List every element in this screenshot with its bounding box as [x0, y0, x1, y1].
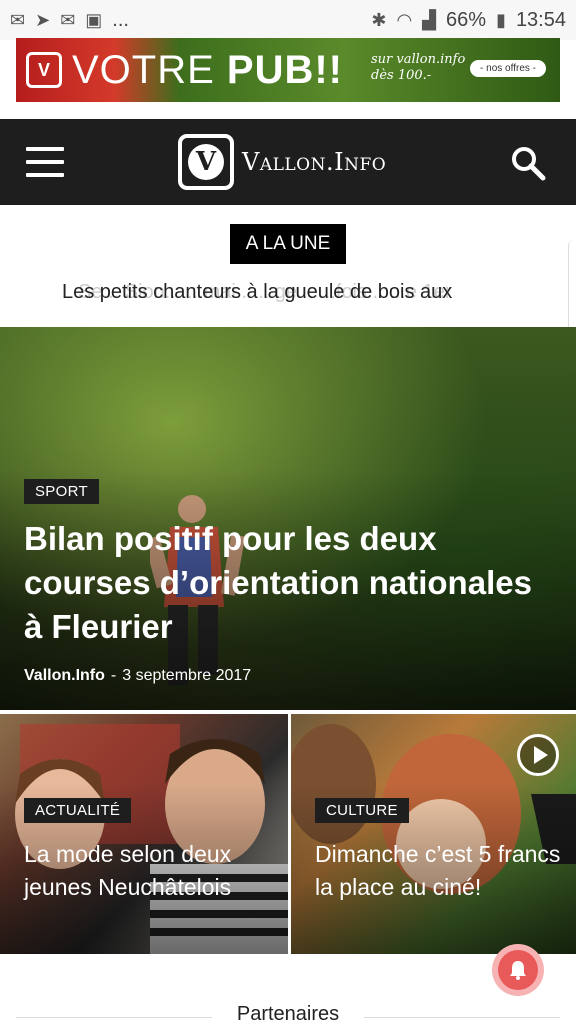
- category-tag[interactable]: CULTURE: [315, 798, 409, 823]
- search-icon: [512, 147, 546, 181]
- menu-icon-bar: [26, 173, 64, 177]
- clock: 13:54: [515, 8, 566, 31]
- logo-mark: V: [178, 134, 234, 190]
- more-notifications: ...: [112, 8, 129, 31]
- category-tag[interactable]: SPORT: [24, 479, 99, 504]
- partners-title: Partenaires: [236, 1003, 340, 1025]
- search-button[interactable]: [510, 145, 546, 181]
- ad-banner[interactable]: V VOTRE PUB!! sur vallon.info dès 100.- …: [16, 38, 560, 102]
- divider: [364, 1017, 560, 1018]
- news-ticker[interactable]: Se... Sion... ...mai... ...ge... ...fois…: [0, 278, 576, 310]
- menu-button[interactable]: [26, 145, 66, 179]
- bell-icon: [498, 950, 538, 990]
- ad-headline-regular: VOTRE: [72, 47, 227, 92]
- site-header: V Vallon.Info: [0, 119, 576, 205]
- battery-level: 66%: [446, 8, 487, 31]
- menu-icon-bar: [26, 160, 64, 164]
- article-author[interactable]: Vallon.Info: [24, 667, 105, 684]
- bell-icon-glyph: [510, 961, 526, 980]
- logo-text: Vallon.Info: [242, 148, 387, 176]
- bluetooth-icon: ✱: [371, 10, 387, 30]
- ad-headline: VOTRE PUB!!: [72, 48, 343, 93]
- ad-tagline: sur vallon.info dès 100.-: [371, 52, 466, 83]
- battery-icon: ▮: [496, 10, 506, 30]
- meta-separator: -: [110, 667, 117, 684]
- status-bar-right: ✱ ◠ ▟ 66% ▮ 13:54: [371, 9, 566, 32]
- article-date: 3 septembre 2017: [122, 667, 252, 684]
- send-icon: ➤: [35, 10, 51, 30]
- card-title[interactable]: Dimanche c’est 5 francs la place au ciné…: [315, 838, 565, 904]
- menu-icon: [26, 147, 64, 151]
- signal-icon: ▟: [422, 10, 436, 30]
- featured-article[interactable]: SPORT Bilan positif pour les deux course…: [0, 327, 576, 710]
- mail-icon: ✉: [60, 10, 76, 30]
- partners-section: Partenaires: [0, 1000, 576, 1030]
- image-icon: ▣: [85, 10, 103, 30]
- status-bar-left: ✉ ➤ ✉ ▣ ...: [10, 9, 129, 32]
- status-bar: ✉ ➤ ✉ ▣ ... ✱ ◠ ▟ 66% ▮ 13:54: [0, 0, 576, 40]
- article-card[interactable]: ACTUALITÉ La mode selon deux jeunes Neuc…: [0, 714, 288, 954]
- card-title[interactable]: La mode selon deux jeunes Neuchâtelois: [24, 838, 274, 904]
- play-icon[interactable]: [517, 734, 559, 776]
- site-logo[interactable]: V Vallon.Info: [178, 131, 386, 193]
- headlines-label: A LA UNE: [230, 224, 346, 264]
- article-meta: Vallon.Info -3 septembre 2017: [24, 667, 251, 685]
- ticker-current-item[interactable]: Les petits chanteurs à la gueule de bois…: [62, 281, 452, 304]
- ad-headline-bold: PUB!!: [226, 47, 343, 92]
- article-card[interactable]: CULTURE Dimanche c’est 5 francs la place…: [291, 714, 576, 954]
- logo-letter: V: [188, 144, 224, 180]
- ad-offers-button[interactable]: - nos offres -: [470, 60, 546, 77]
- category-tag[interactable]: ACTUALITÉ: [24, 798, 132, 823]
- mail-icon: ✉: [10, 10, 26, 30]
- notification-button[interactable]: [492, 944, 544, 996]
- ad-logo: V: [26, 52, 62, 88]
- article-title[interactable]: Bilan positif pour les deux courses d’or…: [24, 517, 544, 649]
- wifi-icon: ◠: [396, 10, 413, 30]
